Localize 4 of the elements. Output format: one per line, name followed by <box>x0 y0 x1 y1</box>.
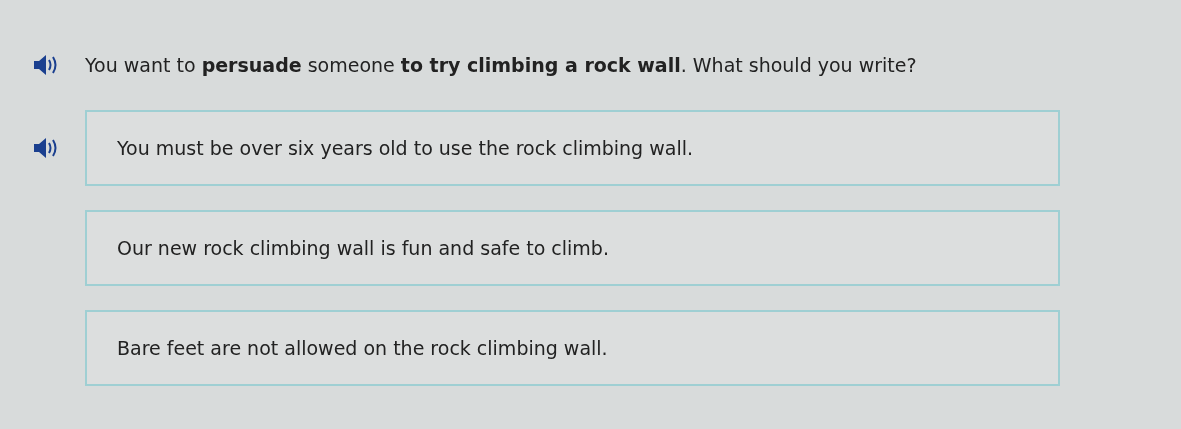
answer-option[interactable]: Bare feet are not allowed on the rock climbing wall. <box>85 310 1060 386</box>
question-text: You want to persuade someone to try climbing a rock wall. What should you write? <box>85 52 917 78</box>
answer-option[interactable]: You must be over six years old to use the rock climbing wall. <box>85 110 1060 186</box>
answer-option[interactable]: Our new rock climbing wall is fun and safe to climb. <box>85 210 1060 286</box>
